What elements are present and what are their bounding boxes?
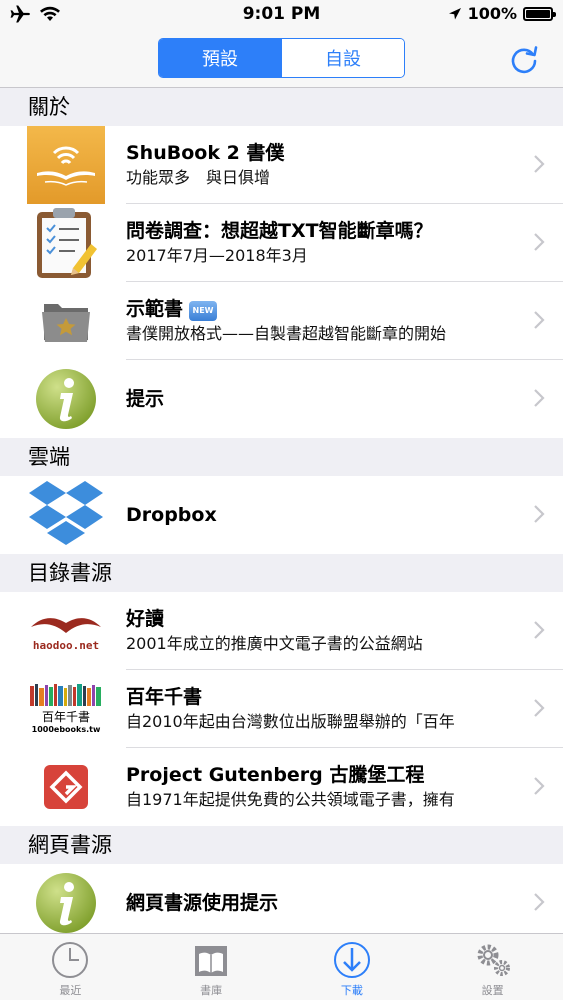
info-icon — [27, 360, 105, 438]
tab-label: 書庫 — [200, 984, 223, 997]
tab-label: 下載 — [340, 984, 363, 997]
row-title: 提示 — [126, 388, 165, 410]
section-header-web: 網頁書源 — [0, 826, 563, 864]
section-header-cloud: 雲端 — [0, 438, 563, 476]
chevron-right-icon — [534, 233, 545, 251]
list-item-haodoo[interactable]: haodoo.net 好讀 2001年成立的推廣中文電子書的公益網站 — [0, 592, 563, 670]
row-subtitle: 功能眾多 與日俱增 — [126, 168, 271, 187]
section-header-catalog: 目錄書源 — [0, 554, 563, 592]
chevron-right-icon — [534, 699, 545, 717]
dropbox-icon — [27, 476, 105, 554]
row-title: Project Gutenberg 古騰堡工程 — [126, 764, 425, 786]
tab-recent[interactable]: 最近 — [0, 934, 141, 1000]
info-icon — [27, 864, 105, 933]
chevron-right-icon — [534, 389, 545, 407]
row-subtitle: 書僕開放格式——自製書超越智能斷章的開始 — [126, 324, 447, 343]
list-item-survey[interactable]: 問卷調查：想超越TXT智能斷章嗎？ 2017年7月—2018年3月 — [0, 204, 563, 282]
nav-bar: 預設 自設 — [0, 30, 563, 88]
row-subtitle: 2001年成立的推廣中文電子書的公益網站 — [126, 634, 423, 653]
haodoo-logo-text: haodoo.net — [32, 638, 100, 652]
row-title: 網頁書源使用提示 — [126, 892, 279, 914]
1000ebooks-logo: 百年千書 1000ebooks.tw — [27, 670, 105, 748]
status-bar: 9:01 PM 100% — [0, 0, 563, 30]
segment-custom[interactable]: 自設 — [281, 39, 404, 77]
row-title: Dropbox — [126, 504, 217, 526]
clipboard-icon — [27, 204, 105, 282]
list-item-web-tips[interactable]: 網頁書源使用提示 — [0, 864, 563, 933]
list-item-dropbox[interactable]: Dropbox — [0, 476, 563, 554]
tab-settings[interactable]: 設置 — [422, 934, 563, 1000]
chevron-right-icon — [534, 621, 545, 639]
source-list[interactable]: 關於 ShuBook 2 書僕 功能眾多 與日俱增 問卷調查：想超越TXT智能斷… — [0, 88, 563, 933]
list-item-shubook[interactable]: ShuBook 2 書僕 功能眾多 與日俱增 — [0, 126, 563, 204]
list-item-tips[interactable]: 提示 — [0, 360, 563, 438]
chevron-right-icon — [534, 777, 545, 795]
folder-star-icon — [27, 282, 105, 360]
chevron-right-icon — [534, 311, 545, 329]
row-subtitle: 自1971年起提供免費的公共領域電子書，擁有 — [126, 790, 455, 809]
row-title: 示範書 — [126, 298, 184, 320]
segmented-control: 預設 自設 — [158, 38, 405, 78]
tab-label: 最近 — [59, 984, 82, 997]
1000ebooks-logo-subtext: 1000ebooks.tw — [31, 725, 101, 734]
shubook-app-icon — [27, 126, 105, 204]
book-icon — [195, 946, 228, 976]
row-title: ShuBook 2 書僕 — [126, 142, 285, 164]
tab-download[interactable]: 下載 — [282, 934, 423, 1000]
chevron-right-icon — [534, 505, 545, 523]
1000ebooks-logo-text: 百年千書 — [41, 710, 90, 724]
tab-bar: 最近 書庫 下載 設置 — [0, 933, 563, 1000]
section-header-about: 關於 — [0, 88, 563, 126]
new-badge: NEW — [189, 301, 218, 321]
chevron-right-icon — [534, 155, 545, 173]
battery-percent: 100% — [467, 4, 517, 23]
location-arrow-icon — [448, 7, 461, 19]
row-title: 好讀 — [126, 608, 165, 630]
gears-icon — [477, 944, 510, 976]
status-right: 100% — [448, 4, 556, 23]
list-item-gutenberg[interactable]: Project Gutenberg 古騰堡工程 自1971年起提供免費的公共領域… — [0, 748, 563, 826]
segment-default[interactable]: 預設 — [159, 39, 281, 77]
row-subtitle: 2017年7月—2018年3月 — [126, 246, 308, 265]
chevron-right-icon — [534, 893, 545, 911]
refresh-icon[interactable] — [507, 42, 541, 76]
gutenberg-icon — [27, 748, 105, 826]
row-subtitle: 自2010年起由台灣數位出版聯盟舉辦的「百年 — [126, 712, 455, 731]
row-title: 百年千書 — [126, 686, 203, 708]
download-icon — [333, 942, 370, 978]
clock-icon — [52, 942, 89, 978]
battery-icon — [523, 6, 556, 21]
tab-library[interactable]: 書庫 — [141, 934, 282, 1000]
list-item-1000ebooks[interactable]: 百年千書 1000ebooks.tw 百年千書 自2010年起由台灣數位出版聯盟… — [0, 670, 563, 748]
haodoo-logo: haodoo.net — [27, 592, 105, 670]
tab-label: 設置 — [481, 984, 504, 997]
list-item-sample-books[interactable]: 示範書 NEW 書僕開放格式——自製書超越智能斷章的開始 — [0, 282, 563, 360]
row-title: 問卷調查：想超越TXT智能斷章嗎？ — [126, 220, 433, 242]
